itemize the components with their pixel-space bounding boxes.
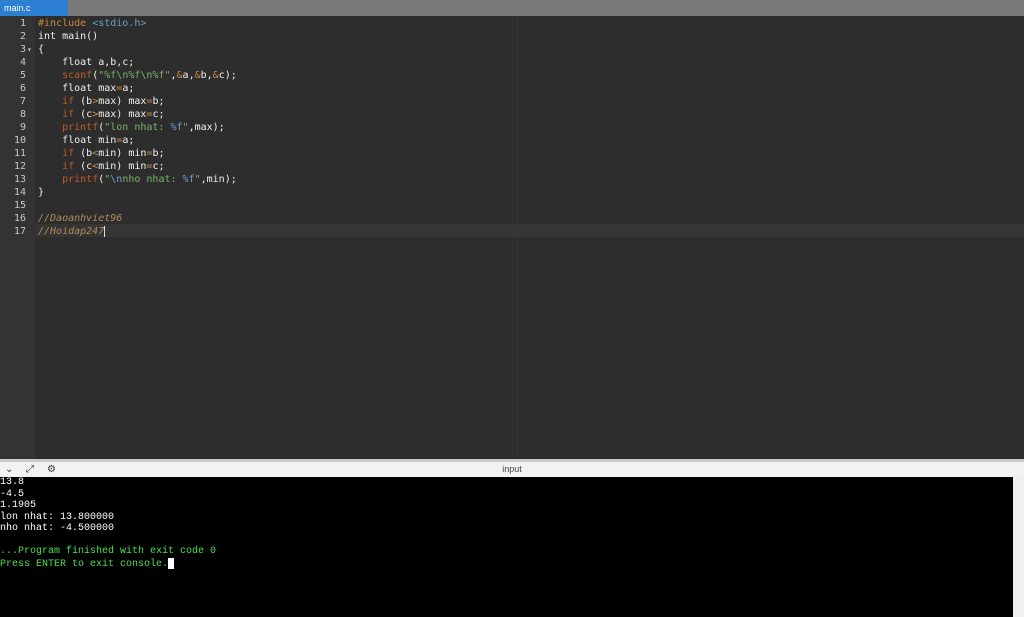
code-line-2: int main() — [38, 31, 99, 42]
editor-line: 4 — [0, 56, 1024, 69]
code-line-6: float max=a; — [38, 83, 135, 94]
code-line-7: if (b>max) max=b; — [62, 96, 165, 107]
code-line-4: float a,b,c; — [38, 57, 135, 68]
code-line-13: printf("\nnho nhat: %f",min); — [62, 174, 237, 185]
code-line-9: printf("lon nhat: %f",max); — [62, 122, 225, 133]
line-number: 16 — [13, 213, 26, 224]
editor-line: 15 — [0, 199, 1024, 212]
editor-line: 10 — [0, 134, 1024, 147]
line-number: 15 — [13, 200, 26, 211]
console-line: 1.1905 — [0, 500, 37, 511]
code-line-12: if (c<min) min=c; — [62, 161, 165, 172]
press-enter-message: Press ENTER to exit console. — [0, 557, 175, 571]
line-number: 6 — [19, 83, 26, 94]
line-number: 11 — [13, 148, 26, 159]
line-number: 9 — [19, 122, 26, 133]
line-number: 8 — [19, 109, 26, 120]
line-number: 17 — [13, 226, 26, 237]
console-line: lon nhat: 13.800000 — [0, 511, 115, 523]
line-number: 12 — [13, 161, 26, 172]
code-line-5: scanf("%f\n%f\n%f",&a,&b,&c); — [62, 70, 237, 81]
line-number: 1 — [19, 18, 26, 29]
console-cursor — [168, 557, 175, 569]
line-number: 3 — [19, 44, 26, 55]
fold-arrow-icon[interactable]: ▾ — [27, 43, 32, 56]
code-line-10: float min=a; — [38, 135, 135, 146]
console-scrollbar[interactable] — [1013, 477, 1024, 617]
text-cursor — [104, 225, 106, 237]
code-line-14: } — [38, 187, 45, 198]
code-editor[interactable]: 1 2 3 ▾ 4 5 6 7 8 9 10 11 12 13 14 15 16 17 #include <std… — [0, 16, 1024, 459]
tab-main-c[interactable]: main.c — [0, 0, 68, 16]
editor-line: 14 — [0, 186, 1024, 199]
line-number: 13 — [13, 174, 26, 185]
line-number: 2 — [19, 31, 26, 42]
tab-bar: main.c — [0, 0, 1024, 16]
line-number: 10 — [13, 135, 26, 146]
code-line-8: if (c>max) max=c; — [62, 109, 165, 120]
console-output[interactable]: 13.8 -4.5 1.1905 lon nhat: 13.800000 nho… — [0, 477, 1013, 617]
console-toolbar: ⌄ ⤢ ⚙ input — [0, 462, 1024, 477]
code-line-3: { — [38, 44, 45, 55]
editor-line: 6 — [0, 82, 1024, 95]
console-line: nho nhat: -4.500000 — [0, 523, 115, 534]
console-line: -4.5 — [0, 488, 25, 500]
line-number: 14 — [13, 187, 26, 198]
code-line-11: if (b<min) min=b; — [62, 148, 165, 159]
editor-line: 2 — [0, 30, 1024, 43]
code-line-17: //Hoidap247 — [38, 225, 106, 237]
exit-code-message: ...Program finished with exit code 0 — [0, 546, 217, 557]
console-line: 13.8 — [0, 477, 25, 488]
editor-line: 17 — [0, 225, 1024, 238]
editor-line: 1 — [0, 17, 1024, 30]
console-title: input — [502, 464, 522, 474]
line-number: 4 — [19, 57, 26, 68]
line-number: 5 — [19, 70, 26, 81]
code-line-1: #include <stdio.h> — [38, 18, 147, 29]
editor-line: 3 ▾ — [0, 43, 1024, 56]
editor-line: 16 — [0, 212, 1024, 225]
code-line-16: //Daoanhviet96 — [38, 213, 123, 224]
line-number: 7 — [19, 96, 26, 107]
